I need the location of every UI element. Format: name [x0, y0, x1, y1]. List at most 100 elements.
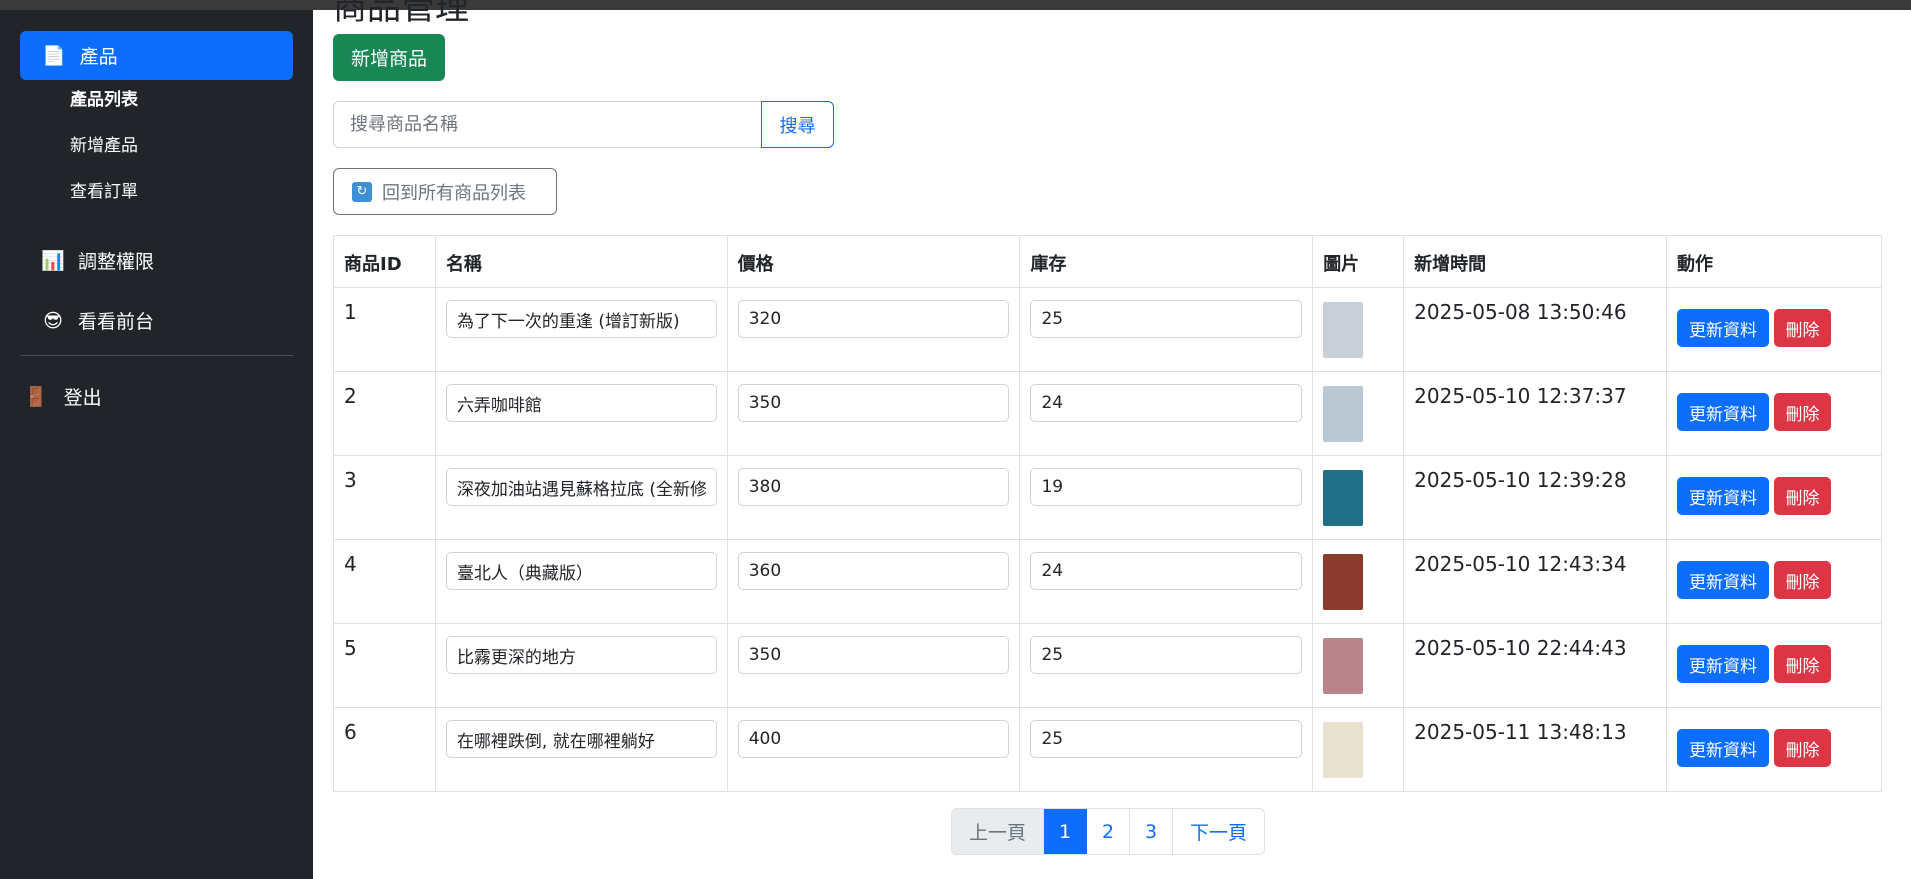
name-field[interactable] — [445, 468, 717, 506]
cell-stock — [1019, 539, 1314, 624]
cell-id: 3 — [333, 455, 436, 540]
delete-button[interactable]: 刪除 — [1774, 393, 1831, 431]
book-cover-image — [1323, 722, 1364, 778]
cell-actions: 更新資料 刪除 — [1666, 371, 1882, 456]
cell-stock — [1019, 707, 1314, 792]
cell-id: 4 — [333, 539, 436, 624]
bar-chart-icon: 📊 — [41, 250, 65, 272]
stock-field[interactable] — [1030, 384, 1303, 422]
sidebar-subitem-product-list[interactable]: 產品列表 — [70, 85, 138, 110]
price-field[interactable] — [737, 468, 1010, 506]
sidebar-item-label: 調整權限 — [78, 251, 155, 273]
delete-button[interactable]: 刪除 — [1774, 645, 1831, 683]
search-button[interactable]: 搜尋 — [761, 101, 834, 148]
cell-id: 1 — [333, 287, 436, 372]
browser-top-bar — [0, 0, 1911, 10]
sidebar-item-frontend[interactable]: 😎 看看前台 — [42, 307, 154, 334]
add-product-button[interactable]: 新增商品 — [333, 34, 445, 81]
name-field[interactable] — [445, 384, 717, 422]
back-button-label: 回到所有商品列表 — [382, 182, 526, 204]
cell-price — [726, 539, 1021, 624]
sidebar-item-products[interactable]: 📄 產品 — [20, 31, 293, 80]
back-to-all-products-button[interactable]: ↻ 回到所有商品列表 — [333, 168, 557, 215]
sidebar: 📄 產品 產品列表 新增產品 查看訂單 📊 調整權限 😎 看看前台 🚪 登出 — [0, 10, 313, 879]
cell-name — [434, 287, 728, 372]
cell-image — [1312, 539, 1405, 624]
sidebar-divider — [20, 355, 293, 356]
stock-field[interactable] — [1030, 720, 1303, 758]
cell-image — [1312, 371, 1405, 456]
cell-price — [726, 371, 1021, 456]
cell-name — [434, 623, 728, 708]
refresh-icon: ↻ — [352, 181, 372, 202]
cell-id: 2 — [333, 371, 436, 456]
price-field[interactable] — [737, 720, 1010, 758]
cell-name — [434, 539, 728, 624]
table-row: 12025-05-08 13:50:46更新資料刪除 — [333, 287, 1882, 372]
update-button[interactable]: 更新資料 — [1677, 645, 1769, 683]
stock-field[interactable] — [1030, 300, 1303, 338]
pagination-next[interactable]: 下一頁 — [1173, 809, 1264, 854]
cell-stock — [1019, 371, 1314, 456]
name-field[interactable] — [445, 300, 717, 338]
cell-id: 6 — [333, 707, 436, 792]
name-field[interactable] — [445, 552, 717, 590]
sidebar-item-permissions[interactable]: 📊 調整權限 — [41, 247, 155, 274]
cell-name — [434, 371, 728, 456]
delete-button[interactable]: 刪除 — [1774, 729, 1831, 767]
door-icon: 🚪 — [24, 386, 48, 408]
update-button[interactable]: 更新資料 — [1677, 729, 1769, 767]
table-header-row: 商品ID 名稱 價格 庫存 圖片 新增時間 動作 — [333, 235, 1882, 288]
cell-stock — [1019, 455, 1314, 540]
delete-button[interactable]: 刪除 — [1774, 309, 1831, 347]
cell-created: 2025-05-10 12:39:28 — [1403, 455, 1667, 540]
stock-field[interactable] — [1030, 552, 1303, 590]
stock-field[interactable] — [1030, 636, 1303, 674]
products-table: 商品ID 名稱 價格 庫存 圖片 新增時間 動作 1 2025-05-08 13:… — [333, 235, 1882, 792]
update-button[interactable]: 更新資料 — [1677, 309, 1769, 347]
delete-button[interactable]: 刪除 — [1774, 561, 1831, 599]
cell-created: 2025-05-10 12:43:34 — [1403, 539, 1667, 624]
stock-field[interactable] — [1030, 468, 1303, 506]
cell-stock — [1019, 623, 1314, 708]
header-price: 價格 — [726, 235, 1021, 288]
cell-name — [434, 455, 728, 540]
table-row: 52025-05-10 22:44:43更新資料刪除 — [333, 623, 1882, 708]
document-icon: 📄 — [42, 45, 66, 67]
sidebar-item-label: 看看前台 — [78, 311, 155, 333]
sidebar-subitem-orders[interactable]: 查看訂單 — [70, 177, 138, 202]
update-button[interactable]: 更新資料 — [1677, 393, 1769, 431]
sidebar-item-label: 產品 — [79, 46, 118, 68]
pagination-page-1[interactable]: 1 — [1044, 809, 1087, 854]
name-field[interactable] — [445, 720, 717, 758]
sidebar-subitem-add-product[interactable]: 新增產品 — [70, 131, 138, 156]
price-field[interactable] — [737, 552, 1010, 590]
price-field[interactable] — [737, 636, 1010, 674]
search-input[interactable] — [333, 101, 761, 148]
cell-image — [1312, 455, 1405, 540]
sidebar-item-logout[interactable]: 🚪 登出 — [24, 383, 102, 410]
cell-created: 2025-05-10 22:44:43 — [1403, 623, 1667, 708]
cell-actions: 更新資料 刪除 — [1666, 539, 1882, 624]
pagination-prev[interactable]: 上一頁 — [952, 809, 1044, 854]
cell-stock — [1019, 287, 1314, 372]
update-button[interactable]: 更新資料 — [1677, 561, 1769, 599]
cell-price — [726, 707, 1021, 792]
cell-actions: 更新資料 刪除 — [1666, 707, 1882, 792]
pagination-page-2[interactable]: 2 — [1087, 809, 1130, 854]
header-id: 商品ID — [333, 235, 436, 288]
pagination: 上一頁 1 2 3 下一頁 — [951, 808, 1265, 855]
price-field[interactable] — [737, 300, 1010, 338]
book-cover-image — [1323, 386, 1364, 442]
pagination-page-3[interactable]: 3 — [1130, 809, 1173, 854]
book-cover-image — [1323, 302, 1364, 358]
delete-button[interactable]: 刪除 — [1774, 477, 1831, 515]
header-actions: 動作 — [1666, 235, 1882, 288]
header-image: 圖片 — [1312, 235, 1405, 288]
cell-image — [1312, 707, 1405, 792]
name-field[interactable] — [445, 636, 717, 674]
cell-created: 2025-05-10 12:37:37 — [1403, 371, 1667, 456]
price-field[interactable] — [737, 384, 1010, 422]
update-button[interactable]: 更新資料 — [1677, 477, 1769, 515]
cell-actions: 更新資料 刪除 — [1666, 455, 1882, 540]
